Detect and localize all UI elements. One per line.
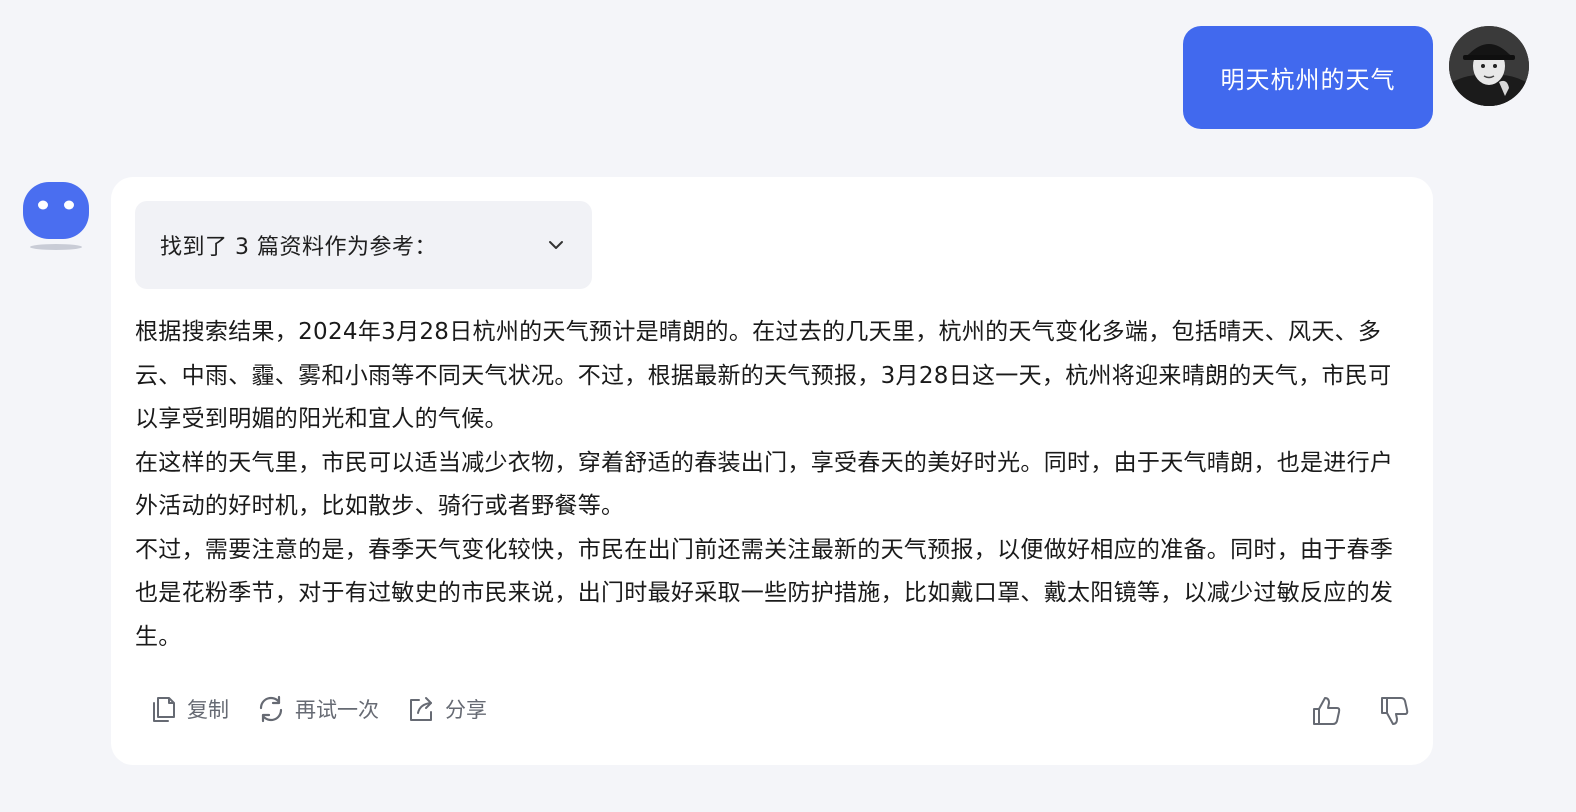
robot-face-icon xyxy=(23,182,89,250)
user-message-text: 明天杭州的天气 xyxy=(1220,66,1396,94)
answer-paragraph: 在这样的天气里，市民可以适当减少衣物，穿着舒适的春装出门，享受春天的美好时光。同… xyxy=(135,449,1394,520)
user-message-bubble: 明天杭州的天气 xyxy=(1183,26,1433,129)
share-label: 分享 xyxy=(445,698,487,722)
thumbs-up-icon[interactable] xyxy=(1309,693,1345,729)
answer-paragraph: 根据搜索结果，2024年3月28日杭州的天气预计是晴朗的。在过去的几天里，杭州的… xyxy=(135,319,1392,432)
retry-button[interactable]: 再试一次 xyxy=(255,693,379,725)
user-avatar[interactable] xyxy=(1449,26,1529,106)
answer-paragraph: 不过，需要注意的是，春季天气变化较快，市民在出门前还需关注最新的天气预报，以便做… xyxy=(135,536,1394,650)
feedback-buttons xyxy=(1309,693,1413,729)
sources-label: 找到了 3 篇资料作为参考： xyxy=(160,235,437,260)
refresh-icon xyxy=(259,695,283,723)
user-avatar-image xyxy=(1449,26,1529,106)
answer-text: 根据搜索结果，2024年3月28日杭州的天气预计是晴朗的。在过去的几天里，杭州的… xyxy=(135,311,1409,659)
share-button[interactable]: 分享 xyxy=(405,693,487,725)
retry-label: 再试一次 xyxy=(295,698,379,722)
chevron-down-icon xyxy=(549,241,563,249)
thumbs-down-icon[interactable] xyxy=(1377,693,1413,729)
share-icon xyxy=(410,697,432,721)
assistant-answer-card: 找到了 3 篇资料作为参考： 根据搜索结果，2024年3月28日杭州的天气预计是… xyxy=(111,177,1433,765)
copy-button[interactable]: 复制 xyxy=(147,693,229,725)
sources-toggle[interactable]: 找到了 3 篇资料作为参考： xyxy=(135,201,592,289)
assistant-avatar xyxy=(18,180,94,256)
answer-actions: 复制 再试一次 分享 xyxy=(147,693,487,725)
chat-page: 明天杭州的天气 找到了 3 篇资料作为参考： 根据搜索结果，2024年3月28日… xyxy=(0,0,1576,812)
copy-icon xyxy=(153,697,175,722)
copy-label: 复制 xyxy=(187,698,229,722)
